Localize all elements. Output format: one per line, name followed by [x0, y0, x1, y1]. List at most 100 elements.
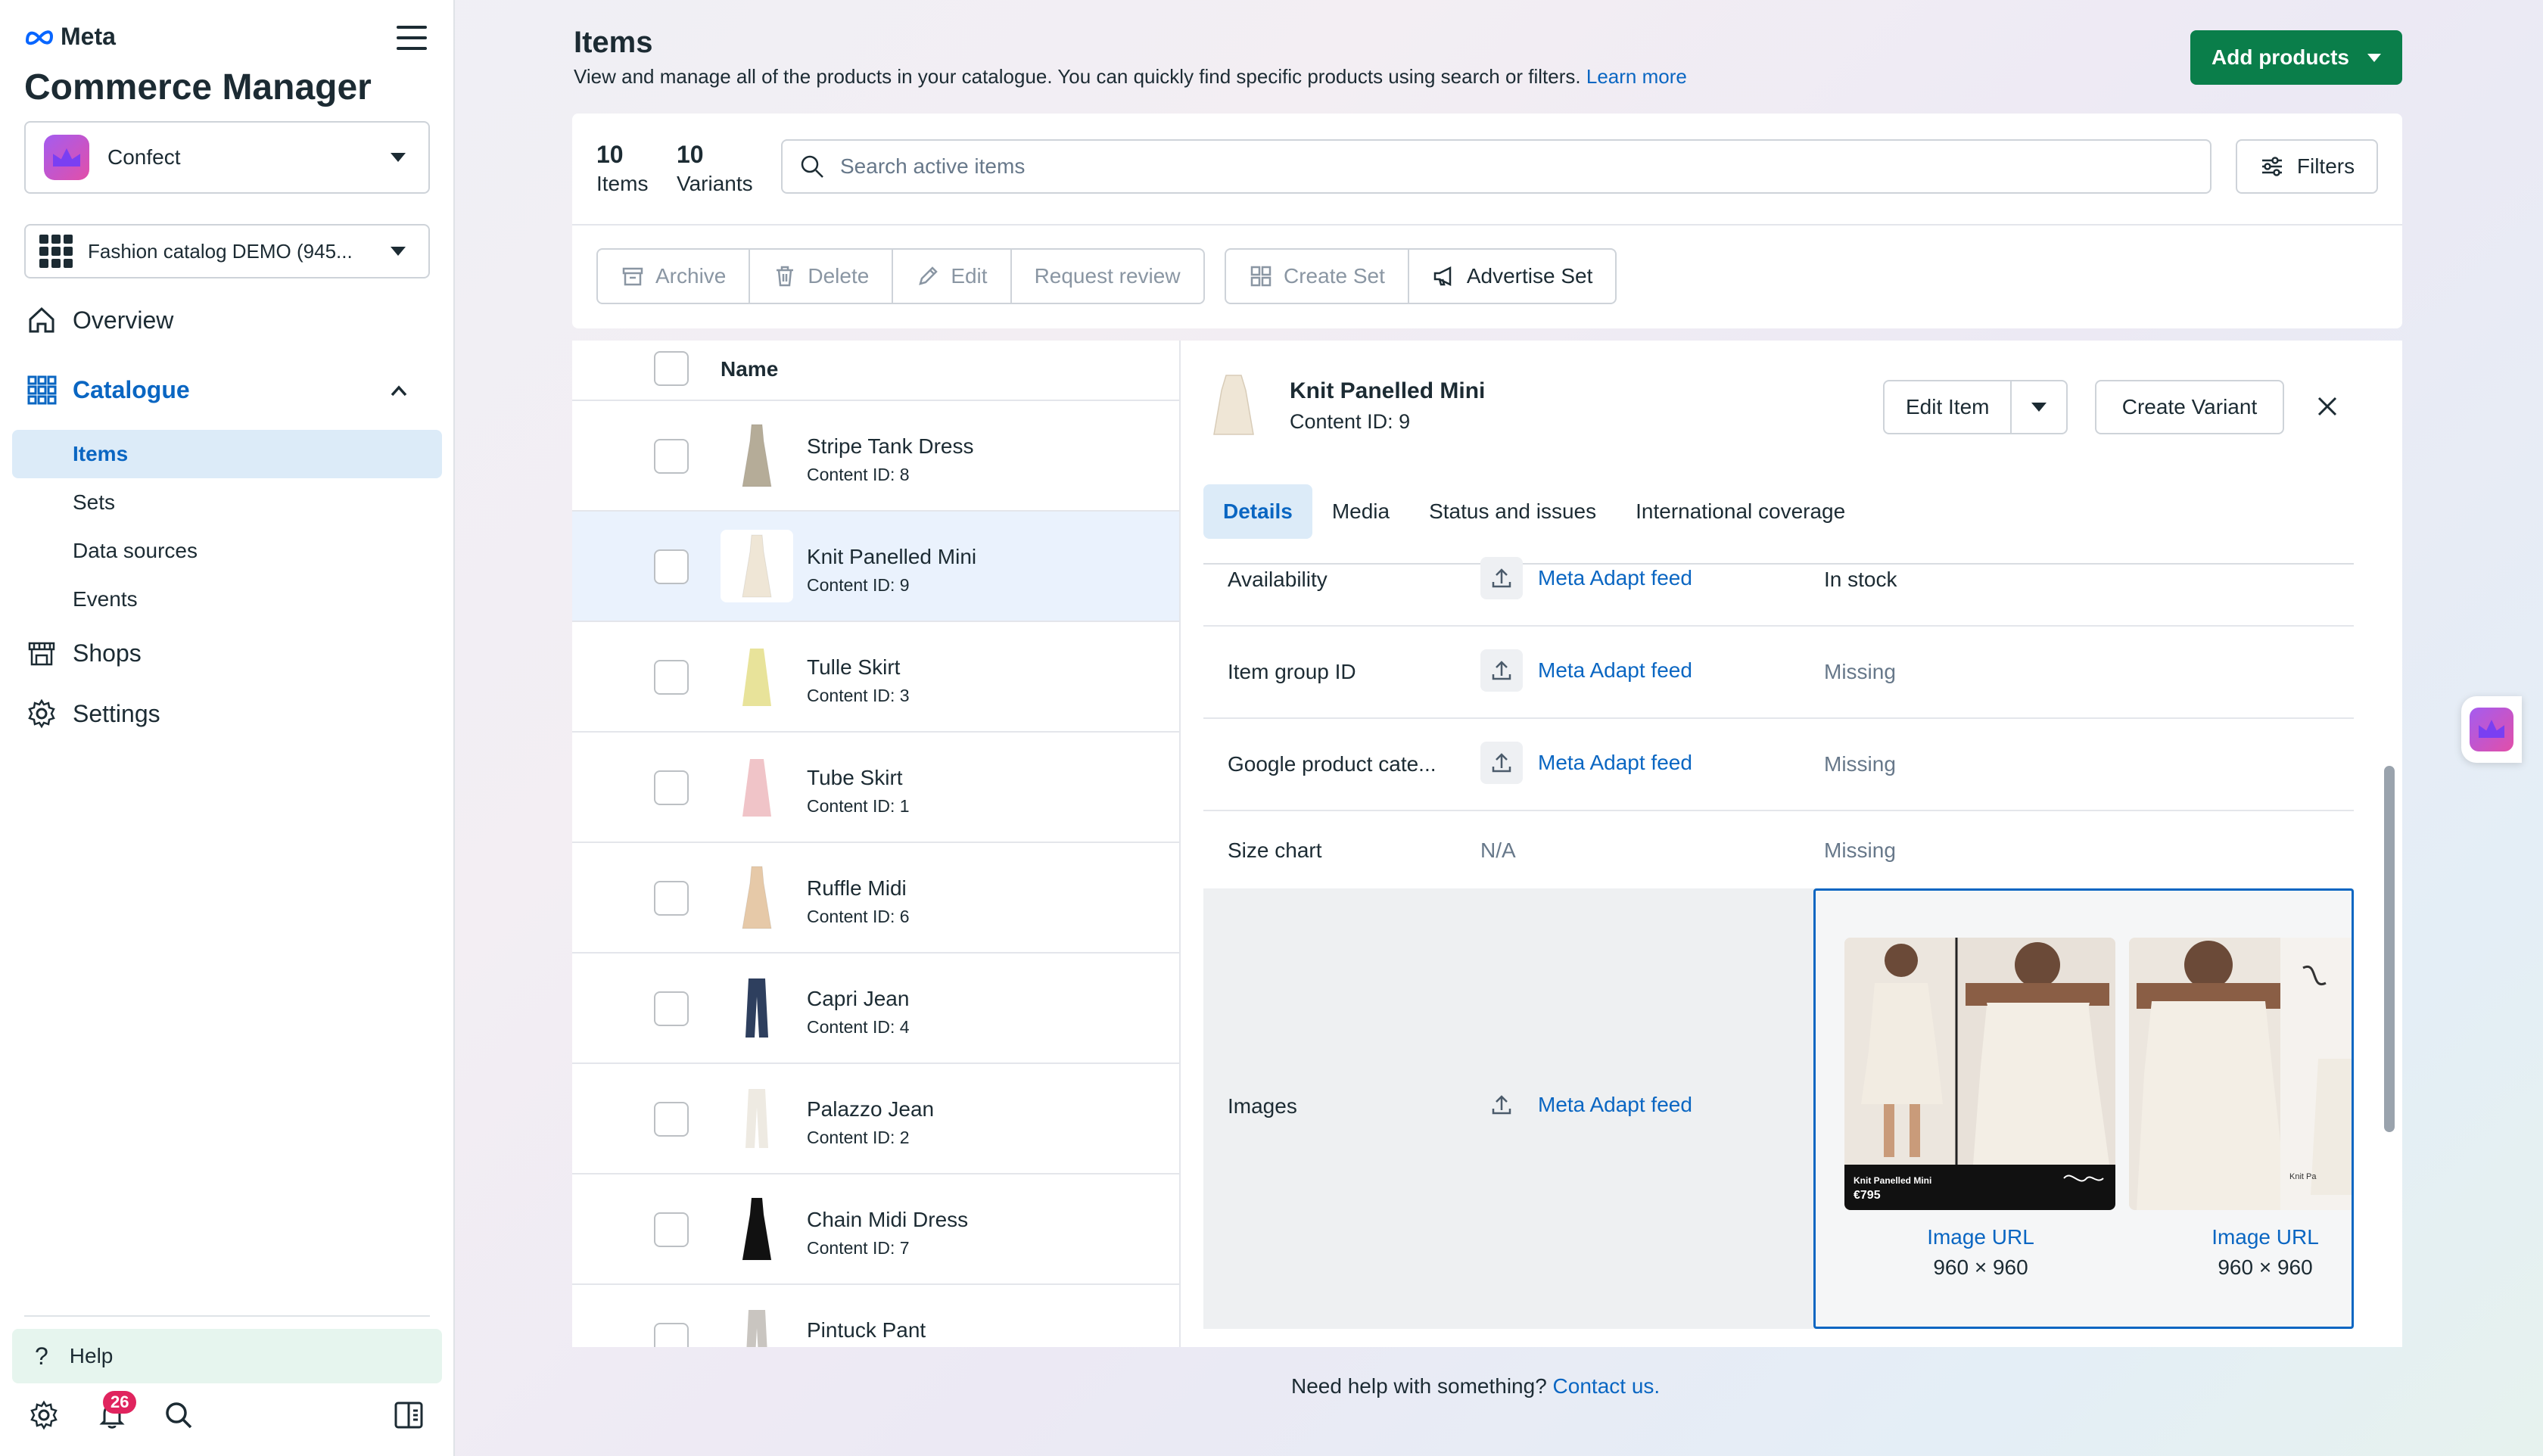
- row-checkbox[interactable]: [654, 770, 689, 805]
- catalog-selector[interactable]: Fashion catalog DEMO (945...: [24, 224, 430, 278]
- product-thumbnail: [721, 751, 793, 823]
- help-button[interactable]: ? Help: [12, 1329, 442, 1383]
- page-title: Items: [574, 26, 653, 59]
- create-variant-button[interactable]: Create Variant: [2095, 380, 2284, 434]
- row-checkbox[interactable]: [654, 881, 689, 916]
- table-row[interactable]: Knit Panelled Mini Content ID: 9: [572, 512, 1179, 622]
- filters-button[interactable]: Filters: [2236, 139, 2378, 194]
- nav-data-sources[interactable]: Data sources: [73, 539, 198, 563]
- nav-sets[interactable]: Sets: [73, 490, 115, 515]
- row-checkbox[interactable]: [654, 660, 689, 695]
- nav-shops[interactable]: Shops: [26, 637, 142, 669]
- select-all-checkbox[interactable]: [654, 351, 689, 386]
- table-row[interactable]: Stripe Tank Dress Content ID: 8: [572, 401, 1179, 512]
- product-name[interactable]: Palazzo Jean: [807, 1097, 934, 1122]
- sidebar: Meta Commerce Manager Confect Fashion ca…: [0, 0, 455, 1456]
- product-name[interactable]: Capri Jean: [807, 987, 909, 1011]
- upload-icon: [1480, 649, 1523, 692]
- chevron-down-icon: [2031, 403, 2047, 412]
- product-image-2[interactable]: Knit Pa: [2129, 938, 2352, 1210]
- grid-squares-icon: [1250, 266, 1272, 287]
- field-source[interactable]: Meta Adapt feed: [1480, 557, 1692, 599]
- tab-status-and-issues[interactable]: Status and issues: [1409, 484, 1616, 539]
- field-row-google-product-category: Google product cate... Meta Adapt feed M…: [1203, 719, 2354, 811]
- product-name[interactable]: Chain Midi Dress: [807, 1208, 968, 1232]
- request-review-button[interactable]: Request review: [1012, 250, 1203, 303]
- delete-button[interactable]: Delete: [750, 250, 894, 303]
- product-name[interactable]: Tulle Skirt: [807, 655, 900, 680]
- row-checkbox[interactable]: [654, 991, 689, 1026]
- filters-label: Filters: [2296, 154, 2355, 178]
- field-source[interactable]: Meta Adapt feed: [1480, 649, 1692, 692]
- row-checkbox[interactable]: [654, 439, 689, 474]
- image-url-link[interactable]: Image URL: [2167, 1225, 2352, 1249]
- tab-media[interactable]: Media: [1312, 484, 1409, 539]
- floating-app-launcher[interactable]: [2461, 696, 2522, 763]
- create-set-button[interactable]: Create Set: [1226, 250, 1409, 303]
- add-products-button[interactable]: Add products: [2190, 30, 2402, 85]
- detail-scrollbar[interactable]: [2384, 766, 2395, 1132]
- table-row[interactable]: Tulle Skirt Content ID: 3: [572, 622, 1179, 733]
- product-name[interactable]: Tube Skirt: [807, 766, 903, 790]
- nav-items[interactable]: Items: [73, 442, 128, 466]
- gear-icon: [28, 698, 55, 729]
- chevron-up-icon[interactable]: [388, 380, 410, 403]
- product-name[interactable]: Pintuck Pant: [807, 1318, 926, 1342]
- table-row[interactable]: Ruffle Midi Content ID: 6: [572, 843, 1179, 954]
- field-source[interactable]: Meta Adapt feed: [1480, 1084, 1692, 1126]
- product-name[interactable]: Stripe Tank Dress: [807, 434, 973, 459]
- table-row[interactable]: Capri Jean Content ID: 4: [572, 954, 1179, 1064]
- advertise-set-button[interactable]: Advertise Set: [1409, 250, 1616, 303]
- business-selector[interactable]: Confect: [24, 121, 430, 194]
- nav-overview[interactable]: Overview: [26, 304, 173, 336]
- contact-us-link[interactable]: Contact us.: [1553, 1374, 1661, 1398]
- product-name[interactable]: Knit Panelled Mini: [807, 545, 976, 569]
- image-partial-caption: Knit Pa: [2289, 1172, 2317, 1181]
- items-count-label: Items: [596, 172, 649, 195]
- edit-item-button[interactable]: Edit Item: [1885, 381, 2010, 433]
- table-row[interactable]: Tube Skirt Content ID: 1: [572, 733, 1179, 843]
- product-image-1[interactable]: Knit Panelled Mini €795: [1844, 938, 2115, 1210]
- tab-international-coverage[interactable]: International coverage: [1616, 484, 1865, 539]
- row-checkbox[interactable]: [654, 549, 689, 584]
- row-checkbox[interactable]: [654, 1323, 689, 1347]
- field-value: Missing: [1824, 752, 1896, 776]
- meta-logo[interactable]: Meta: [24, 23, 116, 51]
- nav-events[interactable]: Events: [73, 587, 138, 611]
- nav-catalogue[interactable]: Catalogue: [26, 374, 190, 406]
- row-checkbox[interactable]: [654, 1212, 689, 1247]
- archive-button[interactable]: Archive: [598, 250, 751, 303]
- detail-tabs: Details Media Status and issues Internat…: [1203, 484, 1865, 539]
- field-source-label: Meta Adapt feed: [1538, 1093, 1692, 1116]
- settings-gear-icon[interactable]: [27, 1398, 61, 1432]
- learn-more-link[interactable]: Learn more: [1586, 65, 1687, 88]
- upload-icon: [1480, 742, 1523, 784]
- product-content-id: Content ID: 3: [807, 686, 910, 705]
- image-url-link[interactable]: Image URL: [1882, 1225, 2079, 1249]
- table-row[interactable]: Pintuck Pant: [572, 1285, 1179, 1347]
- help-footer: Need help with something? Contact us.: [1291, 1374, 1660, 1398]
- field-row-availability: Availability Meta Adapt feed In stock: [1203, 557, 2354, 627]
- row-checkbox[interactable]: [654, 1102, 689, 1137]
- product-name[interactable]: Ruffle Midi: [807, 876, 907, 901]
- product-content-id: Content ID: 2: [807, 1128, 910, 1147]
- images-carousel[interactable]: Knit Panelled Mini €795 Image URL 960 × …: [1813, 888, 2354, 1329]
- menu-icon[interactable]: [397, 26, 427, 51]
- detail-title: Knit Panelled Mini: [1290, 378, 1486, 403]
- table-row[interactable]: Chain Midi Dress Content ID: 7: [572, 1174, 1179, 1285]
- nav-settings[interactable]: Settings: [26, 698, 160, 730]
- column-header-name[interactable]: Name: [721, 357, 778, 381]
- edit-item-dropdown[interactable]: [2010, 381, 2066, 433]
- image-dimensions: 960 × 960: [1933, 1255, 2028, 1279]
- tab-details[interactable]: Details: [1203, 484, 1312, 539]
- advertise-set-label: Advertise Set: [1466, 264, 1593, 288]
- field-label: Item group ID: [1228, 660, 1356, 683]
- table-row[interactable]: Palazzo Jean Content ID: 2: [572, 1064, 1179, 1174]
- field-source[interactable]: Meta Adapt feed: [1480, 742, 1692, 784]
- panel-toggle-icon[interactable]: [392, 1398, 425, 1432]
- close-icon[interactable]: [2313, 392, 2342, 421]
- edit-button[interactable]: Edit: [893, 250, 1012, 303]
- search-icon[interactable]: [162, 1398, 195, 1432]
- search-input[interactable]: [840, 154, 2127, 179]
- field-row-size-chart: Size chart N/A Missing: [1203, 811, 2354, 888]
